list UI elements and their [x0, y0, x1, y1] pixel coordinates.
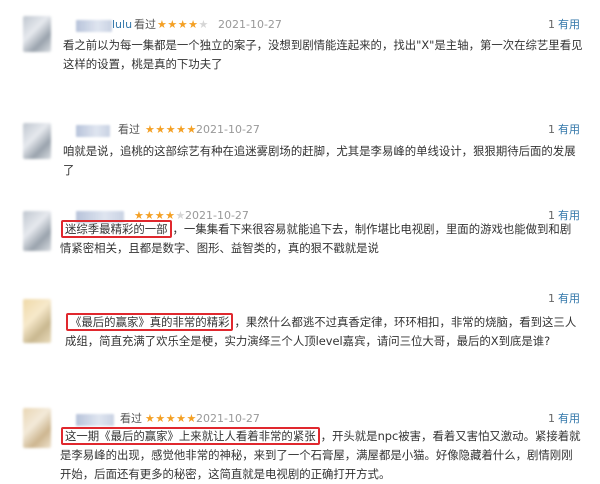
review-text: 《最后的赢家》真的非常的精彩 ，果然什么都逃不过真香定律，环环相扣，非常的烧脑，看… [65, 313, 585, 351]
useful-count: 1 [548, 412, 555, 425]
useful-label: 有用 [558, 123, 580, 136]
star-icon: ★★★★ [157, 18, 199, 31]
review-text: 迷综季最精彩的一部 ，一集集看下来很容易就能追下去，制作堪比电视剧，里面的游戏也能… [60, 220, 582, 258]
review-text-body: 看之前以为每一集都是一个独立的案子，没想到剧情能连起来的，找出"X"是主轴，第一… [63, 38, 583, 71]
username-suffix[interactable]: lulu [112, 17, 132, 33]
star-icon: ★★★★★ [145, 412, 197, 425]
star-icon: ★★★★★ [145, 123, 197, 136]
watched-label: 看过 [118, 123, 140, 136]
review-text: 咱就是说，追桃的这部综艺有种在追迷雾剧场的赶脚，尤其是李易峰的单线设计，狠狠期待… [63, 142, 583, 180]
review-text-body: 咱就是说，追桃的这部综艺有种在追迷雾剧场的赶脚，尤其是李易峰的单线设计，狠狠期待… [63, 144, 576, 177]
useful-label: 有用 [558, 18, 580, 31]
avatar[interactable] [23, 16, 51, 52]
star-icon: ★ [198, 18, 209, 31]
rating-stars: ★★★★★ [145, 122, 197, 138]
useful-count: 1 [548, 292, 555, 305]
useful-button[interactable]: 1 有用 [548, 291, 580, 307]
highlight-box: 《最后的赢家》真的非常的精彩 [66, 313, 234, 331]
username[interactable] [76, 20, 112, 32]
review-text: 这一期《最后的赢家》上来就让人看着非常的紧张 ，开头就是npc被害，看着又害怕又激… [60, 427, 582, 484]
rating-stars: ★★★★★ [145, 411, 197, 427]
useful-button[interactable]: 1 有用 [548, 122, 580, 138]
review-date: 2021-10-27 [196, 412, 260, 425]
review-text: 看之前以为每一集都是一个独立的案子，没想到剧情能连起来的，找出"X"是主轴，第一… [63, 36, 583, 74]
avatar[interactable] [23, 408, 51, 448]
username[interactable] [76, 125, 110, 137]
highlight-box: 迷综季最精彩的一部 [61, 220, 172, 238]
watched-label: 看过 [120, 412, 142, 425]
useful-label: 有用 [558, 292, 580, 305]
avatar[interactable] [23, 299, 51, 343]
highlight-box: 这一期《最后的赢家》上来就让人看着非常的紧张 [61, 427, 320, 445]
useful-button[interactable]: 1 有用 [548, 411, 580, 427]
rating-stars: ★★★★★ [157, 17, 209, 33]
useful-button[interactable]: 1 有用 [548, 17, 580, 33]
review-date: 2021-10-27 [218, 18, 282, 31]
watched-label: 看过 [134, 18, 156, 31]
avatar[interactable] [23, 211, 51, 251]
useful-count: 1 [548, 123, 555, 136]
review-date: 2021-10-27 [196, 123, 260, 136]
avatar[interactable] [23, 123, 51, 159]
useful-count: 1 [548, 18, 555, 31]
username[interactable] [76, 414, 114, 426]
useful-label: 有用 [558, 412, 580, 425]
